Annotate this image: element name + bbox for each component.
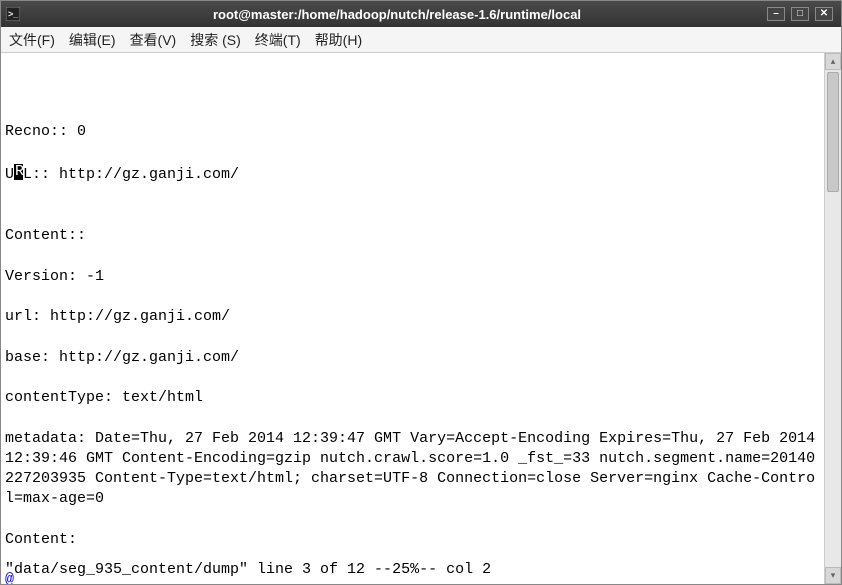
term-line-recno: Recno:: 0	[5, 122, 820, 142]
menu-view[interactable]: 查看(V)	[130, 30, 177, 50]
editor-status-line: "data/seg_935_content/dump" line 3 of 12…	[5, 560, 491, 580]
term-line-ctype: contentType: text/html	[5, 388, 820, 408]
term-line-metadata: metadata: Date=Thu, 27 Feb 2014 12:39:47…	[5, 429, 820, 510]
url-suffix: L:: http://gz.ganji.com/	[23, 166, 239, 183]
close-button[interactable]: ✕	[815, 7, 833, 21]
term-line-version: Version: -1	[5, 267, 820, 287]
menu-edit[interactable]: 编辑(E)	[69, 30, 116, 50]
terminal-icon: >_	[5, 6, 21, 22]
term-line-contentlbl: Content:	[5, 530, 820, 550]
svg-text:>_: >_	[8, 9, 19, 19]
window-controls: – □ ✕	[767, 7, 837, 21]
term-line-contenthdr: Content::	[5, 226, 820, 246]
menu-terminal[interactable]: 终端(T)	[255, 30, 301, 50]
window-titlebar: >_ root@master:/home/hadoop/nutch/releas…	[1, 1, 841, 27]
menu-file[interactable]: 文件(F)	[9, 30, 55, 50]
scroll-thumb[interactable]	[827, 72, 839, 192]
text-cursor: R	[14, 164, 23, 180]
menu-help[interactable]: 帮助(H)	[315, 30, 362, 50]
url-prefix: U	[5, 166, 14, 183]
maximize-button[interactable]: □	[791, 7, 809, 21]
content-wrapper: Recno:: 0 URL:: http://gz.ganji.com/ Con…	[1, 53, 841, 584]
menubar: 文件(F) 编辑(E) 查看(V) 搜索 (S) 终端(T) 帮助(H)	[1, 27, 841, 53]
scroll-up-arrow-icon[interactable]: ▴	[825, 53, 841, 70]
scroll-down-arrow-icon[interactable]: ▾	[825, 567, 841, 584]
terminal-output[interactable]: Recno:: 0 URL:: http://gz.ganji.com/ Con…	[1, 53, 824, 584]
menu-search[interactable]: 搜索 (S)	[190, 30, 241, 50]
window-title: root@master:/home/hadoop/nutch/release-1…	[27, 7, 767, 22]
term-line-url: URL:: http://gz.ganji.com/	[5, 162, 820, 185]
term-blank-top	[5, 81, 820, 101]
vertical-scrollbar[interactable]: ▴ ▾	[824, 53, 841, 584]
minimize-button[interactable]: –	[767, 7, 785, 21]
term-line-url2: url: http://gz.ganji.com/	[5, 307, 820, 327]
term-line-base: base: http://gz.ganji.com/	[5, 348, 820, 368]
